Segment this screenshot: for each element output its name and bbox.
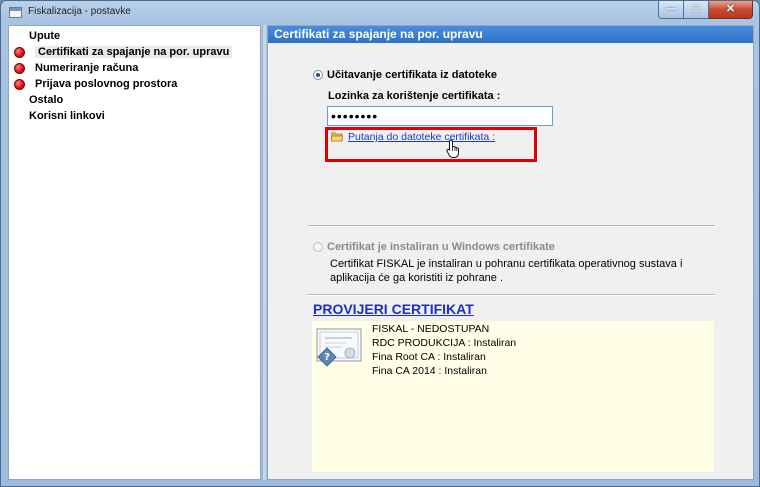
nav-item-label: Upute xyxy=(29,30,61,42)
password-label: Lozinka za korištenje certifikata : xyxy=(328,90,501,102)
certificate-path-link[interactable]: Putanja do datoteke certifikata : xyxy=(348,131,495,143)
status-red-dot-icon xyxy=(14,46,25,58)
radio-windows-store[interactable] xyxy=(313,242,323,252)
nav-item-ostalo[interactable]: Ostalo xyxy=(9,92,63,108)
nav-item-label: Certifikati za spajanje na por. upravu xyxy=(35,46,233,58)
content-panel: Certifikati za spajanje na por. upravu U… xyxy=(267,25,754,480)
cert-status-fiskal: FISKAL - NEDOSTUPAN xyxy=(372,323,490,335)
section-divider xyxy=(308,294,715,296)
nav-item-prijava[interactable]: Prijava poslovnog prostora xyxy=(9,76,177,92)
close-button[interactable]: ✕ xyxy=(709,1,753,19)
nav-item-korisni-linkovi[interactable]: Korisni linkovi xyxy=(9,108,105,124)
app-window: Fiskalizacija - postavke — □ ✕ Upute Cer… xyxy=(0,0,760,487)
maximize-button[interactable]: □ xyxy=(684,1,709,19)
radio-load-from-file-label[interactable]: Učitavanje certifikata iz datoteke xyxy=(327,69,497,81)
status-red-dot-icon xyxy=(14,78,25,90)
app-icon xyxy=(9,7,22,18)
maximize-icon: □ xyxy=(692,3,700,15)
folder-open-icon xyxy=(331,132,343,142)
nav-item-upute[interactable]: Upute xyxy=(9,28,60,44)
nav-item-certifikati[interactable]: Certifikati za spajanje na por. upravu xyxy=(9,44,233,60)
nav-item-numeriranje[interactable]: Numeriranje računa xyxy=(9,60,138,76)
password-input[interactable]: •••••••• xyxy=(327,106,553,126)
cert-status-rdc: RDC PRODUKCIJA : Instaliran xyxy=(372,337,517,349)
settings-nav: Upute Certifikati za spajanje na por. up… xyxy=(8,25,261,480)
minimize-icon: — xyxy=(665,3,677,15)
cert-status-fina-ca: Fina CA 2014 : Instaliran xyxy=(372,365,487,377)
nav-item-label: Prijava poslovnog prostora xyxy=(35,78,178,90)
minimize-button[interactable]: — xyxy=(658,1,684,19)
radio-load-from-file[interactable] xyxy=(313,70,323,80)
certificate-status-panel: ? FISKAL - NEDOSTUPAN RDC PRODUKCIJA : I… xyxy=(312,321,714,472)
windows-store-description-1: Certifikat FISKAL je instaliran u pohran… xyxy=(330,258,683,270)
svg-text:?: ? xyxy=(324,352,330,363)
radio-windows-store-label[interactable]: Certifikat je instaliran u Windows certi… xyxy=(327,241,555,253)
nav-item-label: Numeriranje računa xyxy=(35,62,139,74)
nav-item-label: Korisni linkovi xyxy=(29,110,105,122)
window-title: Fiskalizacija - postavke xyxy=(28,6,131,17)
cert-status-fina-root: Fina Root CA : Instaliran xyxy=(372,351,486,363)
window-controls: — □ ✕ xyxy=(658,1,753,20)
close-icon: ✕ xyxy=(725,3,736,15)
hand-cursor-icon xyxy=(446,139,459,158)
nav-item-label: Ostalo xyxy=(29,94,64,106)
verify-certificate-link[interactable]: PROVIJERI CERTIFIKAT xyxy=(313,301,474,317)
panel-splitter[interactable] xyxy=(262,25,266,480)
title-bar: Fiskalizacija - postavke — □ ✕ xyxy=(1,1,759,25)
section-divider xyxy=(308,225,715,227)
status-red-dot-icon xyxy=(14,62,25,74)
windows-store-description-2: aplikacija će ga koristiti iz pohrane . xyxy=(330,272,504,284)
certificate-icon: ? xyxy=(316,328,362,367)
page-title: Certifikati za spajanje na por. upravu xyxy=(268,26,753,43)
